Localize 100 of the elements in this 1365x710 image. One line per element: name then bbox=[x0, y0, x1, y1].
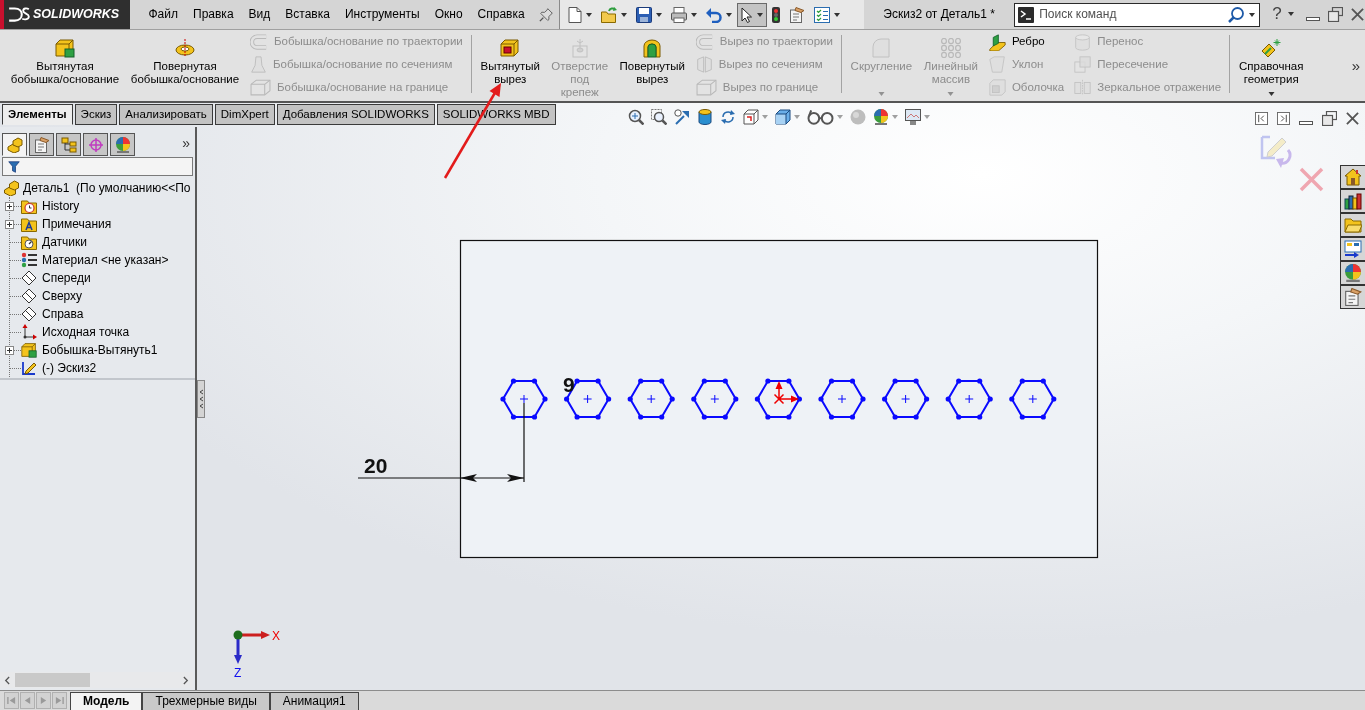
more-button[interactable]: » bbox=[177, 134, 195, 155]
panel-tab[interactable] bbox=[83, 133, 108, 156]
chevron-left-icon[interactable] bbox=[4, 675, 10, 685]
caret-icon bbox=[877, 92, 885, 96]
help-button[interactable]: ? bbox=[1270, 4, 1296, 25]
caret-icon[interactable] bbox=[1249, 12, 1256, 17]
caret-icon bbox=[691, 12, 698, 17]
cylinder-icon bbox=[1074, 33, 1092, 51]
tab[interactable]: Эскиз bbox=[74, 104, 118, 125]
scrollbar-thumb[interactable] bbox=[15, 673, 90, 687]
view-toolbar-button[interactable] bbox=[673, 109, 690, 125]
tab[interactable]: Анимация1 bbox=[269, 692, 359, 710]
expand-icon[interactable] bbox=[5, 345, 14, 355]
tree-item[interactable]: History bbox=[42, 198, 80, 214]
tree-item[interactable]: Сверху bbox=[42, 288, 83, 304]
more-button[interactable]: » bbox=[1346, 56, 1365, 75]
view-toolbar-button[interactable] bbox=[627, 109, 644, 125]
hexagon bbox=[627, 378, 675, 420]
tree-item[interactable]: Спереди bbox=[42, 270, 91, 286]
task-pane-tab[interactable] bbox=[1340, 213, 1365, 237]
dimension-value: 9 bbox=[563, 373, 575, 396]
tab[interactable]: Анализировать bbox=[119, 104, 213, 125]
caret-icon bbox=[656, 12, 663, 17]
overlap-icon bbox=[1074, 56, 1092, 74]
terminal-icon[interactable] bbox=[1018, 6, 1035, 23]
axis-triad bbox=[233, 630, 270, 664]
tab[interactable]: Элементы bbox=[2, 104, 73, 125]
tree-item[interactable]: Деталь1 (По умолчанию<<По bbox=[23, 180, 191, 196]
panel-tab[interactable] bbox=[29, 133, 54, 156]
hexagon bbox=[1009, 378, 1057, 420]
tree-item[interactable]: Исходная точка bbox=[42, 324, 130, 340]
caret-icon bbox=[726, 12, 733, 17]
view-toolbar-button[interactable] bbox=[742, 109, 768, 125]
search-icon[interactable] bbox=[1228, 6, 1245, 23]
expand-icon[interactable] bbox=[5, 219, 14, 229]
ribbon-button[interactable]: Справочная геометрия bbox=[1233, 30, 1310, 101]
menu-item[interactable]: Справка bbox=[470, 3, 533, 26]
chevron-right-icon[interactable] bbox=[183, 675, 189, 685]
panel-tab[interactable] bbox=[56, 133, 81, 156]
menu-item[interactable]: Вставка bbox=[277, 3, 338, 26]
restore-icon[interactable] bbox=[1327, 7, 1343, 22]
clipboard-icon bbox=[33, 136, 50, 153]
view-toolbar-button[interactable] bbox=[719, 109, 736, 125]
folder-letter-icon bbox=[21, 216, 37, 232]
menu-item[interactable]: Правка bbox=[185, 3, 242, 26]
view-toolbar-button[interactable] bbox=[904, 109, 930, 125]
view-toolbar-button[interactable] bbox=[650, 109, 667, 125]
bell-icon bbox=[250, 56, 267, 74]
zoom-icon bbox=[627, 109, 644, 125]
panel-collapse-handle[interactable] bbox=[197, 380, 205, 418]
close-icon[interactable] bbox=[1350, 8, 1364, 21]
tree-item[interactable]: Справа bbox=[42, 306, 84, 322]
tab[interactable]: Трехмерные виды bbox=[142, 692, 270, 710]
task-pane-tab[interactable] bbox=[1340, 261, 1365, 285]
minimize-icon[interactable] bbox=[1299, 120, 1313, 125]
menu-item[interactable]: Окно bbox=[427, 3, 471, 26]
tree-item[interactable]: Датчики bbox=[42, 234, 87, 250]
tree-item[interactable]: Примечания bbox=[42, 216, 112, 232]
tab[interactable]: Добавления SOLIDWORKS bbox=[276, 104, 435, 125]
tab[interactable]: DimXpert bbox=[214, 104, 275, 125]
toolbar-button[interactable] bbox=[737, 2, 768, 27]
minimize-icon[interactable] bbox=[1305, 16, 1320, 21]
tree-item[interactable]: Бобышка-Вытянуть1 bbox=[42, 342, 158, 358]
hexagon bbox=[754, 378, 802, 420]
close-icon[interactable] bbox=[1346, 112, 1359, 125]
dot-grid-icon bbox=[940, 38, 961, 58]
ribbon-button[interactable]: Вытянутая бобышка/основание bbox=[5, 30, 125, 101]
task-pane-tab[interactable] bbox=[1340, 165, 1365, 189]
panel-tab[interactable] bbox=[110, 133, 135, 156]
task-pane-tab[interactable] bbox=[1340, 285, 1365, 309]
tab[interactable]: Модель bbox=[70, 692, 143, 710]
split-left-icon[interactable] bbox=[1255, 112, 1268, 125]
ball-icon bbox=[1344, 264, 1362, 282]
task-pane-tab[interactable] bbox=[1340, 237, 1365, 261]
view-toolbar-button[interactable] bbox=[872, 109, 898, 125]
ribbon-button[interactable]: Ребро bbox=[985, 31, 1068, 54]
pushpin-icon[interactable] bbox=[539, 7, 554, 22]
material-list-icon bbox=[21, 252, 37, 268]
view-toolbar-button[interactable] bbox=[696, 109, 713, 125]
task-pane-tab[interactable] bbox=[1340, 189, 1365, 213]
filter-field[interactable] bbox=[2, 157, 193, 176]
tree-item[interactable]: (-) Эскиз2 bbox=[42, 360, 97, 376]
view-toolbar-button[interactable] bbox=[774, 109, 800, 125]
panel-tab[interactable] bbox=[2, 133, 27, 156]
menu-item[interactable]: Вид bbox=[241, 3, 278, 26]
traffic-light-icon bbox=[772, 6, 781, 23]
menu-item[interactable]: Инструменты bbox=[337, 3, 428, 26]
ribbon-button[interactable]: Повернутый вырез bbox=[613, 30, 691, 101]
tree-item[interactable]: Материал <не указан> bbox=[42, 252, 169, 268]
ribbon-button[interactable]: Повернутая бобышка/основание bbox=[125, 30, 245, 101]
menu-item[interactable]: Файл bbox=[141, 3, 186, 26]
open-box-icon bbox=[695, 79, 717, 97]
expand-icon[interactable] bbox=[5, 201, 14, 211]
split-right-icon[interactable] bbox=[1277, 112, 1290, 125]
view-toolbar-button[interactable] bbox=[806, 109, 843, 125]
restore-icon[interactable] bbox=[1322, 111, 1337, 126]
books-icon bbox=[1344, 192, 1362, 210]
filter-icon[interactable] bbox=[8, 160, 20, 173]
search-input[interactable]: Поиск команд bbox=[1039, 7, 1224, 22]
search-field[interactable]: Поиск команд bbox=[1014, 2, 1261, 27]
